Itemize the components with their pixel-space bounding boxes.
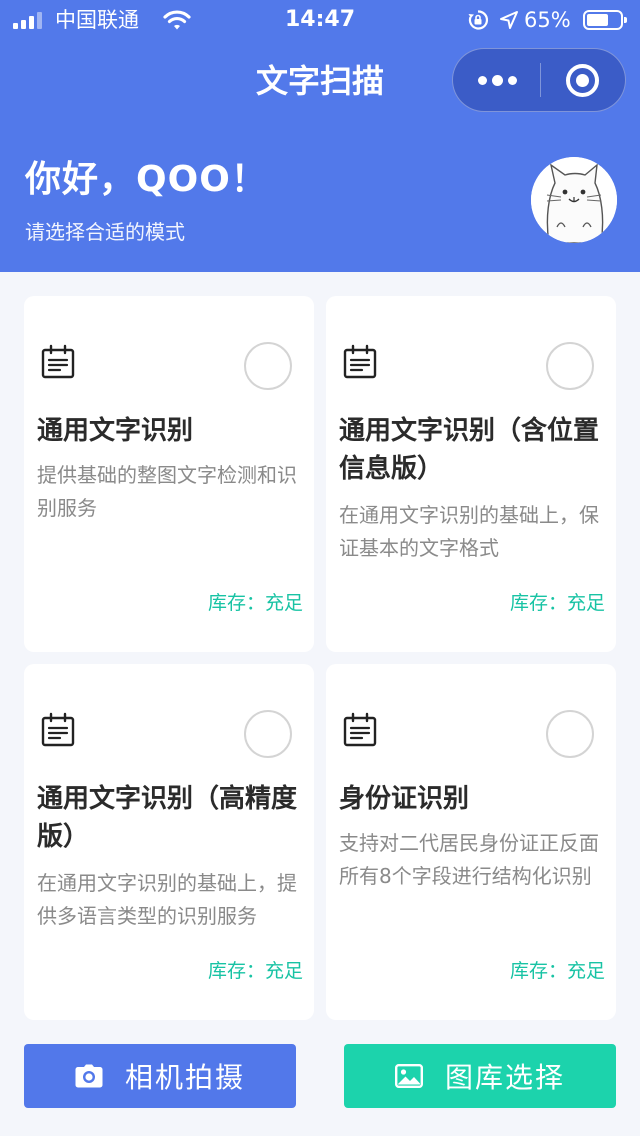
card-description: 提供基础的整图文字检测和识别服务 <box>37 463 297 520</box>
document-icon <box>41 712 75 747</box>
more-dot-icon <box>477 75 487 85</box>
card-description: 支持对二代居民身份证正反面所有8个字段进行结构化识别 <box>339 831 599 888</box>
select-radio[interactable] <box>244 342 292 390</box>
stock-status: 库存：充足 <box>207 960 303 982</box>
more-dot-icon <box>507 75 517 85</box>
camera-button-label: 相机拍摄 <box>124 1061 245 1094</box>
card-description: 在通用文字识别的基础上，保证基本的文字格式 <box>339 503 599 560</box>
card-description: 在通用文字识别的基础上，提供多语言类型的识别服务 <box>37 871 297 928</box>
mode-card-general[interactable]: 通用文字识别 提供基础的整图文字检测和识别服务 库存：充足 <box>24 296 314 652</box>
subtitle: 请选择合适的模式 <box>25 220 185 244</box>
card-title: 通用文字识别 <box>37 416 194 446</box>
more-dot-icon <box>491 74 503 86</box>
card-title: 通用文字识别（高精度版） <box>37 784 298 852</box>
stock-status: 库存：充足 <box>509 960 605 982</box>
avatar[interactable] <box>531 157 617 243</box>
battery-percent: 65% <box>524 8 571 32</box>
select-radio[interactable] <box>546 710 594 758</box>
close-mini-program-button[interactable] <box>566 64 599 97</box>
camera-capture-button[interactable]: 相机拍摄 <box>24 1044 296 1108</box>
select-radio[interactable] <box>244 710 292 758</box>
stock-status: 库存：充足 <box>207 592 303 614</box>
camera-icon <box>75 1064 103 1088</box>
gallery-select-button[interactable]: 图库选择 <box>344 1044 616 1108</box>
more-button[interactable] <box>453 49 541 111</box>
stock-status: 库存：充足 <box>509 592 605 614</box>
header: 中国联通 14:47 65% 文字扫描 你好，QOO！ 请选择合适的模式 <box>0 0 640 272</box>
location-icon <box>500 11 518 29</box>
gallery-button-label: 图库选择 <box>444 1061 565 1094</box>
document-icon <box>41 344 75 379</box>
rotation-lock-icon <box>468 10 489 30</box>
cat-avatar-icon <box>531 157 617 243</box>
card-title: 身份证识别 <box>339 784 470 814</box>
select-radio[interactable] <box>546 342 594 390</box>
greeting: 你好，QOO！ <box>25 159 268 200</box>
document-icon <box>343 712 377 747</box>
card-title: 通用文字识别（含位置信息版） <box>339 416 600 484</box>
mode-card-high-accuracy[interactable]: 通用文字识别（高精度版） 在通用文字识别的基础上，提供多语言类型的识别服务 库存… <box>24 664 314 1020</box>
battery-icon <box>583 10 627 30</box>
image-icon <box>394 1064 423 1088</box>
mode-card-general-with-position[interactable]: 通用文字识别（含位置信息版） 在通用文字识别的基础上，保证基本的文字格式 库存：… <box>326 296 616 652</box>
capsule-divider <box>540 63 541 97</box>
document-icon <box>343 344 377 379</box>
mini-program-capsule <box>452 48 626 112</box>
mode-card-id-card[interactable]: 身份证识别 支持对二代居民身份证正反面所有8个字段进行结构化识别 库存：充足 <box>326 664 616 1020</box>
status-bar: 中国联通 14:47 65% <box>0 0 640 40</box>
